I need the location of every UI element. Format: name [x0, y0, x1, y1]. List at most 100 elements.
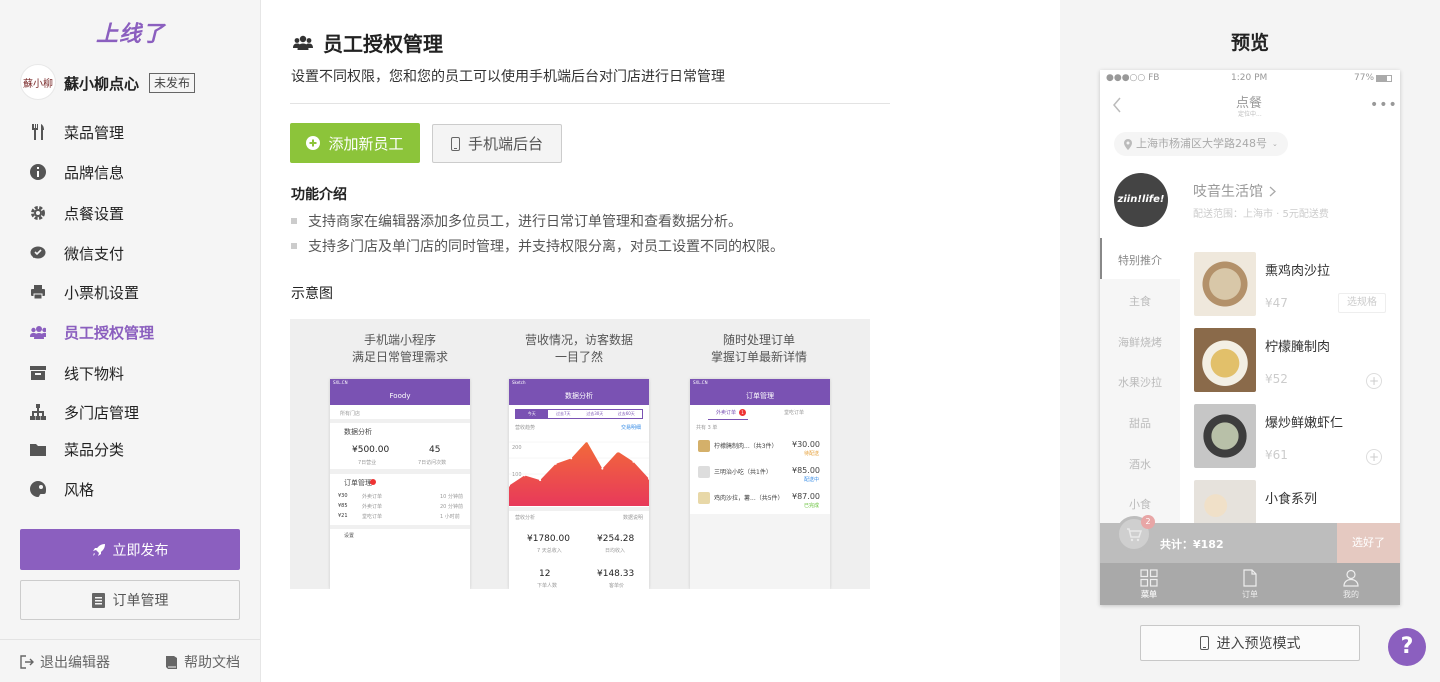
checkout-button[interactable]: 选好了 — [1337, 523, 1400, 563]
dish-image[interactable] — [1194, 252, 1256, 316]
order-type: 堂吃订单 — [362, 514, 383, 520]
sidebar-footer: 退出编辑器 帮助文档 — [0, 639, 260, 682]
enter-preview-mode-button[interactable]: 进入预览模式 — [1140, 625, 1360, 661]
sidebar-item-offline-materials[interactable]: 线下物料 — [30, 361, 250, 385]
diagram-caption: 手机端小程序 满足日常管理需求 — [320, 332, 480, 366]
add-staff-label: 添加新员工 — [328, 134, 404, 153]
phone-header: 订单管理 — [690, 387, 830, 405]
tab-orders[interactable]: 订单 — [1220, 569, 1280, 600]
help-docs-link[interactable]: 帮助文档 — [165, 652, 240, 672]
order-amount: ¥30 — [338, 493, 348, 499]
caption-line: 掌握订单最新详情 — [710, 350, 807, 364]
status-bar: Sketch — [509, 379, 649, 387]
sidebar-item-order-settings[interactable]: 点餐设置 — [30, 201, 250, 225]
help-docs-label: 帮助文档 — [184, 655, 240, 671]
order-thumb — [698, 440, 710, 452]
range-tab: 过去30天 — [586, 411, 604, 416]
store-title-link[interactable]: 吱音生活馆 — [1193, 181, 1276, 201]
mobile-admin-button[interactable]: 手机端后台 — [432, 124, 562, 163]
status-bar: SXL.CN — [690, 379, 830, 387]
order-management-label: 订单管理 — [112, 593, 169, 609]
tab-profile[interactable]: 我的 — [1321, 569, 1381, 600]
stat-value: 12 — [539, 569, 551, 579]
order-price: ¥85.00 — [792, 466, 820, 475]
category-item[interactable]: 甜品 — [1100, 415, 1180, 431]
page-title: 员工授权管理 — [293, 28, 443, 57]
order-badge: 1 — [739, 409, 746, 416]
app-logo[interactable]: 上线了 — [96, 16, 165, 48]
folder-icon — [30, 441, 46, 457]
diagram-phone-analytics: Sketch 数据分析 今天 过去7天 过去30天 过去60天 营收趋势 交易明… — [509, 379, 649, 589]
exit-editor-link[interactable]: 退出编辑器 — [20, 652, 110, 672]
enter-preview-mode-label: 进入预览模式 — [1216, 636, 1301, 652]
bullet-square — [291, 243, 297, 249]
mobile-admin-label: 手机端后台 — [467, 135, 543, 153]
category-item[interactable]: 酒水 — [1100, 456, 1180, 472]
sidebar-item-label: 风格 — [64, 480, 95, 499]
store-avatar: 蘇小柳 — [20, 64, 56, 100]
stat-label: 客单价 — [609, 583, 625, 589]
tab-menu[interactable]: 菜单 — [1119, 569, 1179, 600]
grid-icon — [1119, 569, 1179, 589]
sidebar-item-staff-auth[interactable]: 员工授权管理 — [30, 320, 250, 344]
order-management-button[interactable]: 订单管理 — [20, 580, 240, 620]
sidebar-item-multi-store[interactable]: 多门店管理 — [30, 400, 250, 424]
stat-label: 下单人数 — [537, 583, 558, 589]
add-to-cart-button[interactable]: + — [1366, 449, 1382, 465]
order-thumb — [698, 492, 710, 504]
sidebar-item-wechat-pay[interactable]: 微信支付 — [30, 241, 250, 265]
sidebar-item-categories[interactable]: 菜品分类 — [30, 437, 250, 461]
fork-knife-icon — [30, 124, 46, 140]
category-item[interactable]: 主食 — [1100, 293, 1180, 309]
map-pin-icon — [1124, 138, 1132, 150]
chart-area — [509, 441, 649, 506]
phone-subheader: 定位中... — [1238, 111, 1262, 118]
store-name: 蘇小柳点心 — [64, 75, 140, 93]
dish-name: 熏鸡肉沙拉 — [1265, 264, 1331, 279]
sidebar-item-style[interactable]: 风格 — [30, 477, 250, 501]
sidebar-item-label: 点餐设置 — [64, 204, 125, 223]
range-tab: 过去60天 — [617, 411, 635, 416]
gear-icon — [30, 205, 46, 221]
help-button[interactable]: ? — [1388, 628, 1426, 666]
sidebar-item-printer[interactable]: 小票机设置 — [30, 280, 250, 304]
mobile-phone-icon — [1199, 636, 1209, 650]
store-select: 所有门店 — [340, 411, 361, 417]
document-icon — [1220, 569, 1280, 589]
bullet-square — [291, 218, 297, 224]
chart-point — [554, 462, 557, 465]
sidebar-item-label: 线下物料 — [64, 364, 125, 383]
sidebar-item-brand[interactable]: 品牌信息 — [30, 160, 250, 184]
archive-icon — [30, 365, 46, 381]
add-to-cart-button[interactable]: + — [1366, 373, 1382, 389]
tab-label: 订单 — [1242, 590, 1258, 599]
empty-area — [690, 514, 830, 589]
order-status: 已完成 — [804, 503, 820, 509]
gap — [509, 507, 649, 511]
add-staff-button[interactable]: 添加新员工 — [290, 123, 420, 163]
gap — [330, 419, 470, 423]
choose-spec-button[interactable]: 选规格 — [1338, 293, 1386, 313]
order-amount: ¥21 — [338, 513, 348, 519]
more-icon[interactable]: ••• — [1370, 97, 1398, 113]
preview-phone[interactable]: ●●●○○ FB 1:20 PM 77% 点餐 定位中... ••• 上海市杨浦… — [1100, 70, 1400, 605]
dish-image[interactable] — [1194, 328, 1256, 392]
address-pill[interactable]: 上海市杨浦区大学路248号 ⌄ — [1114, 132, 1288, 156]
category-item[interactable]: 水果沙拉 — [1100, 374, 1180, 390]
settings-label: 设置 — [344, 533, 355, 539]
sidebar-item-dishes[interactable]: 菜品管理 — [30, 120, 250, 144]
list-doc-icon — [91, 592, 105, 608]
wechat-icon — [30, 245, 46, 261]
publish-button[interactable]: 立即发布 — [20, 529, 240, 570]
category-item[interactable]: 海鲜烧烤 — [1100, 334, 1180, 350]
order-status: 配送中 — [804, 477, 820, 483]
gap — [330, 525, 470, 529]
features-title: 功能介绍 — [291, 187, 347, 203]
order-thumb — [698, 466, 710, 478]
revenue-area-chart — [509, 440, 649, 506]
category-item[interactable]: 小食 — [1100, 496, 1180, 512]
users-icon — [30, 324, 46, 340]
category-item[interactable]: 特别推介 — [1100, 252, 1180, 268]
dish-image[interactable] — [1194, 404, 1256, 468]
back-chevron-icon[interactable] — [1112, 97, 1122, 117]
